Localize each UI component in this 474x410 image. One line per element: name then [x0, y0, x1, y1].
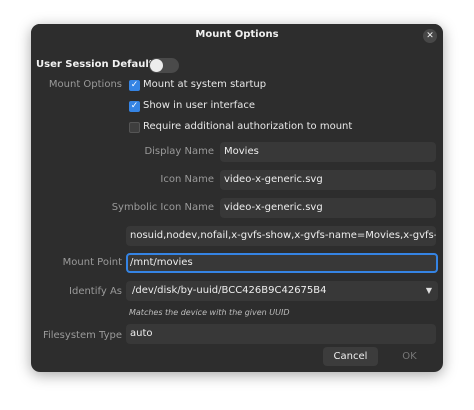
- identify-as-hint: Matches the device with the given UUID: [129, 308, 290, 317]
- mount-options-label: Mount Options: [48, 79, 122, 90]
- close-icon: ✕: [426, 31, 434, 41]
- dialog-title: Mount Options: [195, 29, 279, 40]
- display-name-field[interactable]: Movies: [220, 142, 436, 162]
- mount-options-dialog: Mount Options ✕ User Session Defaults Mo…: [31, 24, 443, 372]
- checkmark-icon: ✓: [129, 101, 140, 112]
- identify-as-value: /dev/disk/by-uuid/BCC426B9C42675B4: [132, 285, 327, 296]
- display-name-label: Display Name: [144, 146, 214, 157]
- mount-point-label: Mount Point: [62, 257, 122, 268]
- checkbox-label: Require additional authorization to moun…: [143, 121, 353, 132]
- symbolic-icon-name-label: Symbolic Icon Name: [111, 202, 214, 213]
- identify-as-label: Identify As: [69, 286, 122, 297]
- checkbox-unchecked: [129, 122, 140, 133]
- filesystem-type-label: Filesystem Type: [42, 330, 122, 341]
- icon-name-label: Icon Name: [160, 174, 214, 185]
- titlebar: Mount Options ✕: [31, 24, 443, 48]
- checkbox-label: Mount at system startup: [143, 79, 267, 90]
- chevron-down-icon: ▼: [425, 286, 432, 295]
- mount-point-field[interactable]: /mnt/movies: [126, 253, 438, 273]
- switch-knob: [150, 59, 163, 72]
- cancel-button[interactable]: Cancel: [323, 347, 378, 366]
- close-button[interactable]: ✕: [423, 29, 437, 43]
- checkmark-icon: ✓: [129, 80, 140, 91]
- session-defaults-switch[interactable]: [149, 58, 179, 73]
- ok-button[interactable]: OK: [387, 347, 432, 366]
- identify-as-dropdown[interactable]: /dev/disk/by-uuid/BCC426B9C42675B4 ▼: [126, 281, 438, 301]
- filesystem-type-field[interactable]: auto: [126, 324, 436, 344]
- icon-name-field[interactable]: video-x-generic.svg: [220, 170, 436, 190]
- checkbox-label: Show in user interface: [143, 100, 256, 111]
- symbolic-icon-name-field[interactable]: video-x-generic.svg: [220, 198, 436, 218]
- session-defaults-label: User Session Defaults: [36, 59, 160, 70]
- mount-options-field[interactable]: nosuid,nodev,nofail,x-gvfs-show,x-gvfs-n…: [126, 226, 436, 246]
